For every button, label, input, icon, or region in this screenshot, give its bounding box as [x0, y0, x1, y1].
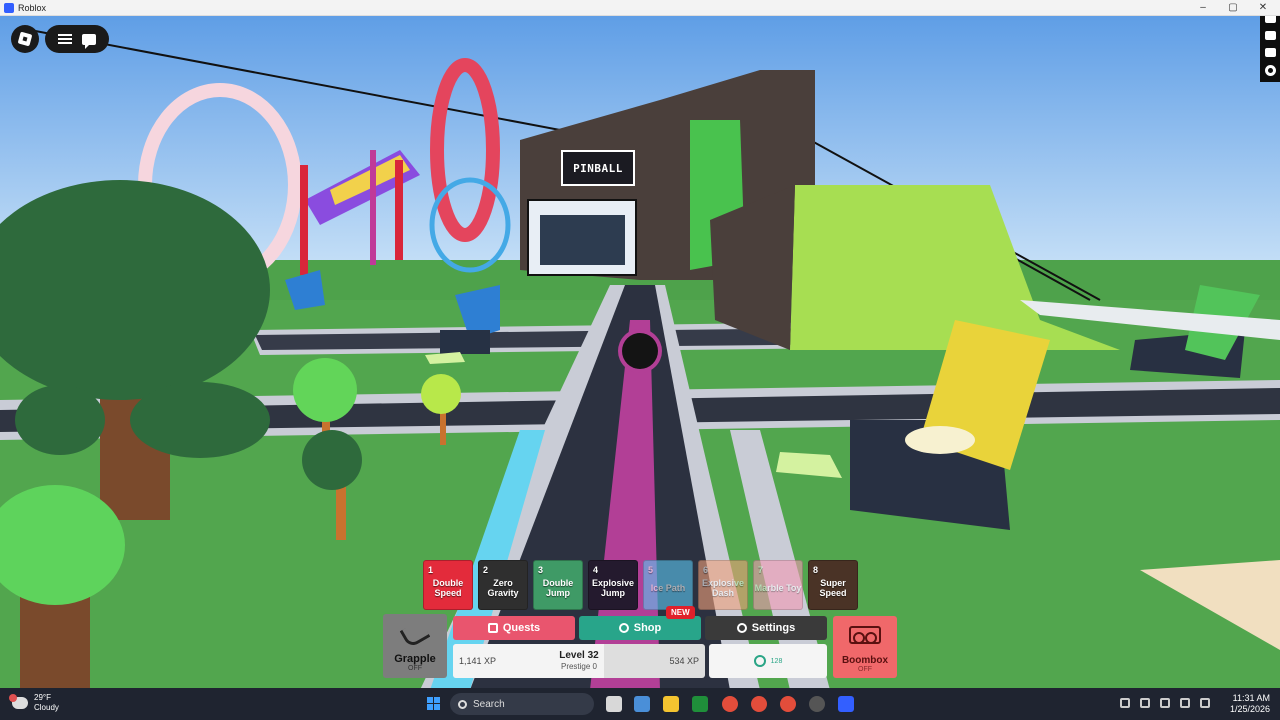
ability-slot[interactable]: 4 Explosive Jump — [588, 560, 638, 610]
window-title: Roblox — [18, 2, 47, 13]
roblox-taskbar-icon[interactable] — [838, 696, 854, 712]
ability-slot[interactable]: 1 Double Speed — [423, 560, 473, 610]
level-label: Level 32 — [559, 650, 599, 661]
search-label: Search — [473, 698, 505, 710]
roblox-menu-pill[interactable] — [45, 25, 109, 53]
chrome-profile-icon[interactable] — [751, 696, 767, 712]
xbox-icon[interactable] — [692, 696, 708, 712]
grapple-label: Grapple — [394, 653, 436, 665]
ability-slot-number: 7 — [758, 565, 764, 575]
ability-slot[interactable]: 7 Marble Toy — [753, 560, 803, 610]
new-badge: NEW — [666, 606, 695, 619]
clock-time: 11:31 AM — [1232, 693, 1270, 703]
roblox-logo-button[interactable] — [11, 25, 39, 53]
pinball-sign: PINBALL — [561, 150, 635, 186]
settings-label: Settings — [751, 622, 796, 634]
ability-slot-number: 8 — [813, 565, 819, 575]
boombox-icon — [849, 626, 881, 644]
clock-date: 1/25/2026 — [1229, 704, 1270, 714]
sync-icon[interactable] — [1140, 698, 1150, 708]
quests-label: Quests — [502, 622, 541, 634]
ability-slot-number: 1 — [428, 565, 434, 575]
grapple-button[interactable]: Grapple OFF — [383, 614, 447, 678]
chevron-up-icon[interactable] — [1120, 698, 1130, 708]
coin-balance: 128 — [709, 644, 827, 678]
coin-icon — [753, 655, 766, 667]
search-icon — [458, 699, 467, 709]
ability-slot-number: 5 — [648, 565, 654, 575]
camera-icon[interactable] — [1264, 16, 1276, 23]
roblox-logo-icon — [17, 31, 33, 47]
ability-slot[interactable]: 8 Super Speed — [808, 560, 858, 610]
shop-label: Shop — [633, 622, 662, 634]
coin-amount: 128 — [770, 657, 783, 665]
ability-slot[interactable]: 6 Explosive Dash — [698, 560, 748, 610]
quests-button[interactable]: Quests — [453, 616, 575, 640]
ability-slot-number: 6 — [703, 565, 709, 575]
ability-slot-label: Double Speed — [432, 578, 464, 598]
file-explorer-icon[interactable] — [663, 696, 679, 712]
settings-button[interactable]: Settings — [705, 616, 827, 640]
ability-slot-label: Super Speed — [819, 578, 847, 598]
ability-slot-label: Zero Gravity — [487, 578, 519, 598]
ability-slot-number: 4 — [593, 565, 599, 575]
chrome-alt-icon[interactable] — [780, 696, 796, 712]
coin-icon — [618, 623, 629, 633]
ability-slot-label: Ice Path — [650, 583, 686, 593]
chrome-icon[interactable] — [722, 696, 738, 712]
chat-icon[interactable] — [82, 33, 96, 49]
ability-slot[interactable]: 5 Ice Path — [643, 560, 693, 610]
copilot-icon[interactable] — [634, 696, 650, 712]
taskbar-search[interactable]: Search — [450, 693, 594, 715]
microphone-icon[interactable] — [1160, 698, 1170, 708]
gear-icon[interactable] — [1264, 65, 1276, 76]
taskbar-clock[interactable]: 11:31 AM 1/25/2026 — [1230, 693, 1270, 715]
task-view-icon[interactable] — [606, 696, 622, 712]
volume-icon[interactable] — [1200, 698, 1210, 708]
window-titlebar: Roblox – ▢ ✕ — [0, 0, 1280, 16]
cloud-icon — [9, 694, 28, 709]
ability-slot[interactable]: 3 Double Jump — [533, 560, 583, 610]
video-icon[interactable] — [1264, 31, 1276, 40]
boombox-status: OFF — [858, 666, 872, 673]
windows-taskbar: 29°F Cloudy Search 11:31 AM 1/25/2026 — [0, 688, 1280, 720]
ability-slot-label: Explosive Jump — [591, 578, 635, 598]
ability-slot-number: 2 — [483, 565, 489, 575]
weather-desc: Cloudy — [34, 703, 59, 712]
grapple-hook-icon — [399, 619, 431, 649]
gear-icon — [736, 623, 747, 633]
minimize-button[interactable]: – — [1188, 0, 1218, 16]
book-icon — [487, 623, 498, 633]
ability-slot-label: Double Jump — [542, 578, 574, 598]
ability-slot-label: Explosive Dash — [701, 578, 745, 598]
ability-slot-number: 3 — [538, 565, 544, 575]
ability-hotbar: 1 Double Speed 2 Zero Gravity 3 Double Jump 4 E… — [423, 560, 858, 610]
bottom-hud: Grapple OFF Quests Shop NEW Settings 1,1… — [383, 606, 897, 680]
boombox-button[interactable]: Boombox OFF — [833, 616, 897, 678]
weather-widget[interactable]: 29°F Cloudy — [9, 693, 59, 713]
ability-slot-label: Marble Toy — [754, 583, 802, 593]
weather-temp: 29°F — [34, 693, 51, 702]
shop-button[interactable]: Shop — [579, 616, 701, 640]
hamburger-menu-icon[interactable] — [58, 34, 72, 44]
wifi-icon[interactable] — [1180, 698, 1190, 708]
maximize-button[interactable]: ▢ — [1218, 0, 1248, 16]
prestige-label: Prestige 0 — [560, 662, 598, 671]
boombox-label: Boombox — [841, 655, 889, 666]
start-button[interactable] — [427, 697, 440, 710]
system-tray — [1120, 698, 1210, 708]
right-toolbar — [1260, 16, 1280, 82]
window-icon[interactable] — [1264, 48, 1276, 57]
grapple-status: OFF — [408, 665, 422, 672]
xp-progress-bar: 1,141 XP 534 XP Level 32 Prestige 0 — [453, 644, 705, 678]
roblox-app-icon — [4, 2, 14, 13]
ability-slot[interactable]: 2 Zero Gravity — [478, 560, 528, 610]
close-button[interactable]: ✕ — [1248, 0, 1278, 16]
app-icon[interactable] — [809, 696, 825, 712]
